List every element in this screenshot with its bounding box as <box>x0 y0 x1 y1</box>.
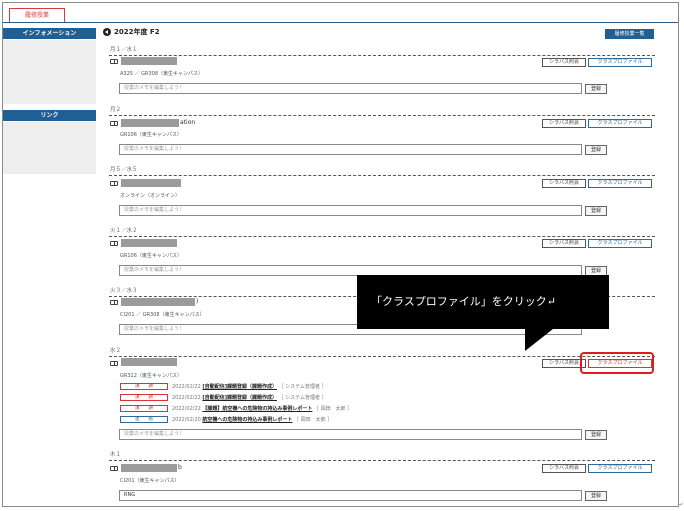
notice-date: 2022/02/20 <box>172 417 201 423</box>
syllabus-button[interactable]: シラバス照会 <box>542 179 586 188</box>
course-divider <box>109 236 655 237</box>
syllabus-button[interactable]: シラバス照会 <box>542 464 586 473</box>
memo-input[interactable]: RNG <box>119 490 582 501</box>
book-icon <box>110 121 118 126</box>
course-period: 火３／水３ <box>110 288 138 294</box>
memo-input[interactable]: 授業のメモを編集しよう！ <box>119 83 582 94</box>
syllabus-button[interactable]: シラバス照会 <box>542 239 586 248</box>
save-button[interactable]: 登録 <box>585 430 607 440</box>
course-list-button[interactable]: 履修授業一覧 <box>605 29 654 39</box>
course-divider <box>109 356 655 357</box>
notice-row[interactable]: 2022/02/22 【課題】航空機への危険物の持込み事例レポート ［ 岡田 太… <box>172 405 352 412</box>
course-name-redacted[interactable] <box>121 57 177 65</box>
notice-row[interactable]: 2022/02/22 [自動配信]課題登録（課題作成） ［ システム管理者 ］ <box>172 383 327 390</box>
course-name-redacted[interactable] <box>121 464 177 472</box>
class-profile-button[interactable]: クラスプロファイル <box>588 58 652 67</box>
notice-badge: 課 題 <box>120 394 168 401</box>
course-room: A325 ／ GR308（東生キャンパス） <box>120 71 204 77</box>
course-divider <box>109 175 655 176</box>
course-period: 月１／水１ <box>110 47 138 53</box>
notice-author: ［ 岡田 太郎 ］ <box>294 417 333 423</box>
course-room: CI201（東生キャンパス） <box>120 478 180 484</box>
course-period: 月２ <box>110 107 122 113</box>
course-divider <box>109 460 655 461</box>
course-period: 水２ <box>110 348 122 354</box>
course-room: オンライン（オンライン） <box>120 193 181 199</box>
course-divider <box>109 55 655 56</box>
instruction-callout: 「クラスプロファイル」をクリック↵ <box>357 275 609 329</box>
class-profile-button[interactable]: クラスプロファイル <box>588 179 652 188</box>
notice-badge: 課 題 <box>120 405 168 412</box>
save-button[interactable]: 登録 <box>585 491 607 501</box>
syllabus-button[interactable]: シラバス照会 <box>542 119 586 128</box>
memo-input[interactable]: 授業のメモを編集しよう！ <box>119 205 582 216</box>
course-divider <box>109 115 655 116</box>
notice-title-link[interactable]: 航空機への危険物の持込み事例レポート <box>202 417 292 423</box>
notice-author: ［ 岡田 太郎 ］ <box>314 406 353 412</box>
course-name-tail[interactable]: b <box>178 464 182 471</box>
notice-author: ［ システム管理者 ］ <box>278 384 327 390</box>
class-profile-button[interactable]: クラスプロファイル <box>588 119 652 128</box>
notice-row[interactable]: 2022/02/22 [自動配信]課題登録（課題作成） ［ システム管理者 ］ <box>172 394 327 401</box>
notice-title-link[interactable]: [自動配信]課題登録（課題作成） <box>202 384 277 390</box>
profile-button-highlight <box>580 352 654 374</box>
course-name-redacted[interactable] <box>121 239 177 247</box>
notice-badge: 連 絡 <box>120 416 168 423</box>
corner-mark: ↵ <box>679 502 684 508</box>
page-title-text: 2022年度 F2 <box>114 28 160 36</box>
course-period: 月５／水５ <box>110 167 138 173</box>
book-icon <box>110 241 118 246</box>
course-name-tail[interactable]: ation <box>180 119 195 126</box>
notice-badge: 課 題 <box>120 383 168 390</box>
book-icon <box>110 59 118 64</box>
syllabus-button[interactable]: シラバス照会 <box>542 58 586 67</box>
book-icon <box>110 300 118 305</box>
notice-author: ［ システム管理者 ］ <box>278 395 327 401</box>
back-arrow-icon[interactable] <box>103 28 111 36</box>
course-period: 木１ <box>110 452 122 458</box>
memo-input[interactable]: 授業のメモを編集しよう！ <box>119 144 582 155</box>
course-name-redacted[interactable] <box>121 179 181 187</box>
save-button[interactable]: 登録 <box>585 206 607 216</box>
notice-title-link[interactable]: 【課題】航空機への危険物の持込み事例レポート <box>202 406 312 412</box>
notice-date: 2022/02/22 <box>172 384 201 390</box>
course-room: GR312（東生キャンパス） <box>120 373 182 379</box>
book-icon <box>110 181 118 186</box>
course-room: GR106（東生キャンパス） <box>120 132 182 138</box>
memo-input[interactable]: 授業のメモを編集しよう！ <box>119 429 582 440</box>
book-icon <box>110 361 118 366</box>
book-icon <box>110 466 118 471</box>
save-button[interactable]: 登録 <box>585 84 607 94</box>
sidebar-info-panel <box>3 40 96 104</box>
notice-date: 2022/02/22 <box>172 406 201 412</box>
page-title: 2022年度 F2 <box>103 27 160 37</box>
sidebar-info-header: インフォメーション <box>3 28 96 39</box>
sidebar-link-panel <box>3 122 96 174</box>
tab-divider <box>3 22 678 23</box>
save-button[interactable]: 登録 <box>585 145 607 155</box>
notice-date: 2022/02/22 <box>172 395 201 401</box>
course-name-redacted[interactable] <box>121 119 179 127</box>
course-room: CI201 ／ GR308（東生キャンパス） <box>120 312 205 318</box>
callout-pointer <box>525 329 553 351</box>
course-name-redacted[interactable] <box>121 358 177 366</box>
class-profile-button[interactable]: クラスプロファイル <box>588 239 652 248</box>
notice-row[interactable]: 2022/02/20 航空機への危険物の持込み事例レポート ［ 岡田 太郎 ］ <box>172 416 332 423</box>
course-name-tail[interactable]: ) <box>196 298 198 305</box>
tab-registered-courses[interactable]: 履修授業 <box>9 8 65 23</box>
class-profile-button[interactable]: クラスプロファイル <box>588 464 652 473</box>
course-name-redacted[interactable] <box>121 298 195 306</box>
sidebar-link-header: リンク <box>3 110 96 121</box>
notice-title-link[interactable]: [自動配信]課題登録（課題作成） <box>202 395 277 401</box>
course-period: 火１／水２ <box>110 228 138 234</box>
course-room: GR106（東生キャンパス） <box>120 253 182 259</box>
